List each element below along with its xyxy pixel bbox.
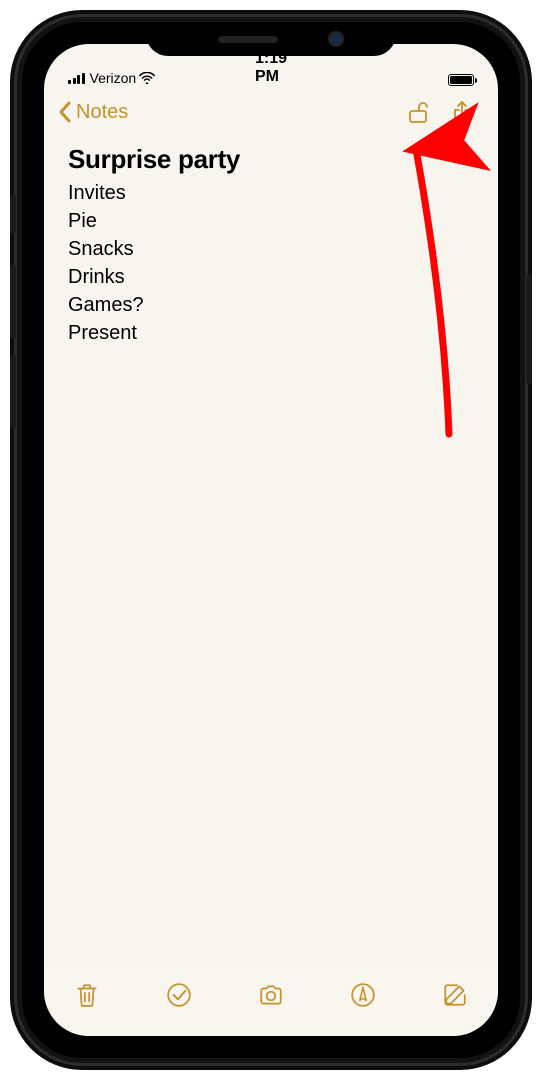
note-line: Present: [68, 319, 474, 347]
markup-button[interactable]: [346, 978, 380, 1012]
trash-icon: [74, 982, 100, 1008]
carrier-label: Verizon: [90, 70, 137, 86]
note-content[interactable]: Surprise party InvitesPieSnacksDrinksGam…: [68, 144, 474, 347]
volume-down-button: [10, 354, 16, 429]
note-line: Pie: [68, 207, 474, 235]
checklist-button[interactable]: [162, 978, 196, 1012]
note-lines: InvitesPieSnacksDrinksGames?Present: [68, 179, 474, 347]
share-icon: [450, 100, 474, 124]
check-circle-icon: [166, 982, 192, 1008]
mute-switch: [10, 194, 16, 234]
phone-bezel: Verizon 1:19 PM: [22, 22, 520, 1058]
note-line: Drinks: [68, 263, 474, 291]
phone-frame: Verizon 1:19 PM: [14, 14, 528, 1066]
back-label: Notes: [76, 101, 128, 124]
speaker-grille: [218, 36, 278, 43]
volume-up-button: [10, 264, 16, 339]
delete-button[interactable]: [70, 978, 104, 1012]
status-right: [287, 74, 474, 86]
notch: [146, 22, 396, 56]
power-button: [526, 274, 532, 384]
cell-signal-icon: [68, 73, 85, 84]
nav-bar: Notes: [44, 88, 498, 136]
wifi-icon: [139, 72, 155, 84]
pen-circle-icon: [350, 982, 376, 1008]
compose-button[interactable]: [438, 978, 472, 1012]
note-line: Snacks: [68, 235, 474, 263]
back-button[interactable]: Notes: [58, 101, 128, 124]
camera-button[interactable]: [254, 978, 288, 1012]
battery-icon: [448, 74, 474, 86]
unlock-icon: [406, 100, 430, 124]
camera-icon: [258, 982, 284, 1008]
note-line: Games?: [68, 291, 474, 319]
screen: Verizon 1:19 PM: [44, 44, 498, 1036]
lock-button[interactable]: [396, 90, 440, 134]
front-camera: [328, 31, 344, 47]
chevron-left-icon: [58, 101, 72, 123]
bottom-toolbar: [44, 966, 498, 1036]
note-line: Invites: [68, 179, 474, 207]
status-left: Verizon: [68, 70, 255, 86]
compose-icon: [442, 982, 468, 1008]
share-button[interactable]: [440, 90, 484, 134]
note-title: Surprise party: [68, 144, 474, 175]
